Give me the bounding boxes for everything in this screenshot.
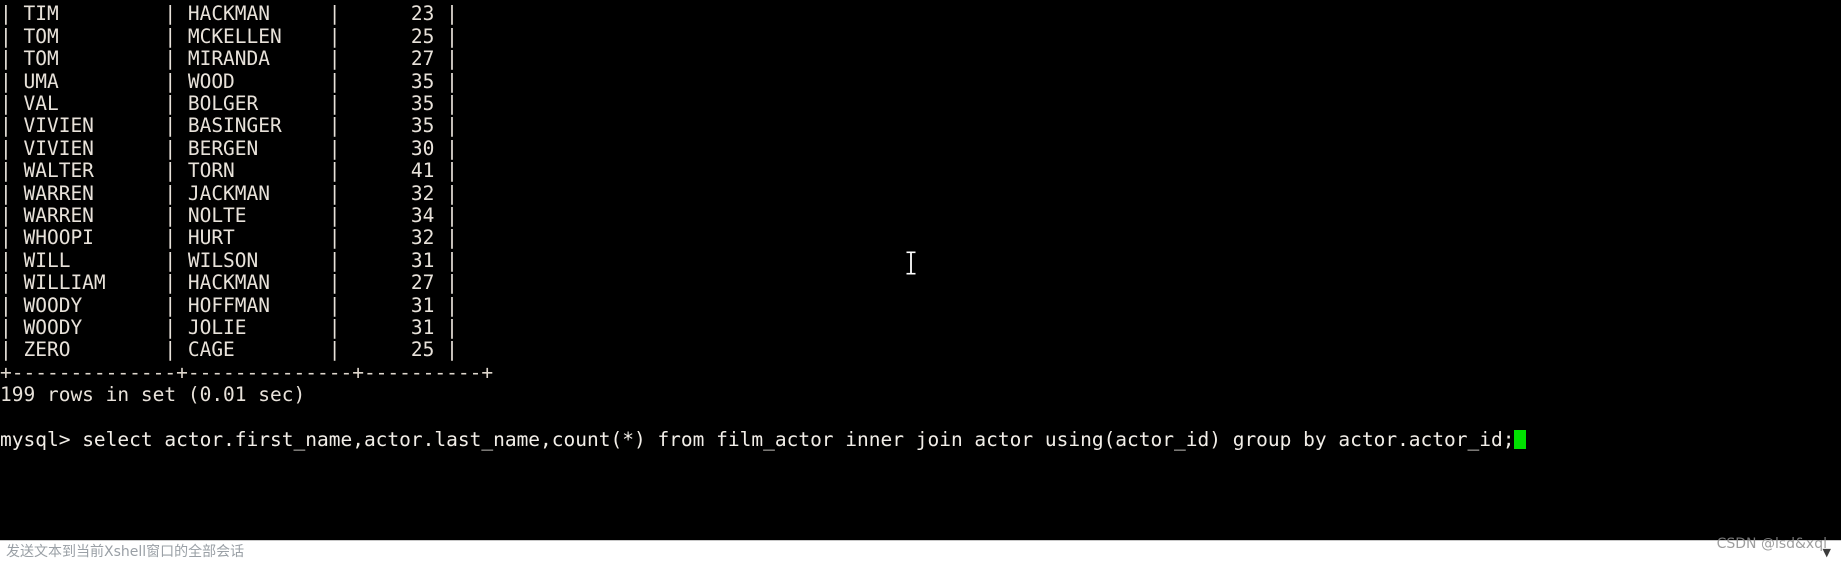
table-row: | TOM | MCKELLEN | 25 | bbox=[0, 24, 458, 48]
xshell-status-bar[interactable]: 发送文本到当前Xshell窗口的全部会话 ▼ bbox=[0, 540, 1841, 565]
terminal-screen[interactable]: +--------------+--------------+---------… bbox=[0, 0, 1841, 540]
text-cursor bbox=[1514, 430, 1527, 449]
result-status-line: 199 rows in set (0.01 sec) bbox=[0, 383, 306, 407]
table-row: | ZERO | CAGE | 25 | bbox=[0, 338, 458, 362]
mysql-command-text[interactable]: select actor.first_name,actor.last_name,… bbox=[82, 428, 1514, 451]
table-row: | TOM | MIRANDA | 27 | bbox=[0, 47, 458, 71]
table-row: | WALTER | TORN | 41 | bbox=[0, 159, 458, 183]
table-row: | VAL | BOLGER | 35 | bbox=[0, 92, 458, 115]
table-row: | WOODY | JOLIE | 31 | bbox=[0, 316, 458, 339]
csdn-watermark: CSDN @lsd&xql bbox=[1716, 536, 1827, 552]
table-row: | WHOOPI | HURT | 32 | bbox=[0, 226, 458, 250]
status-bar-text: 发送文本到当前Xshell窗口的全部会话 bbox=[6, 544, 245, 560]
table-row: | UMA | WOOD | 35 | bbox=[0, 69, 458, 93]
table-row: | WOODY | HOFFMAN | 31 | bbox=[0, 293, 458, 317]
mysql-prompt-line: mysql> select actor.first_name,actor.las… bbox=[0, 428, 1527, 451]
table-row: | WARREN | NOLTE | 34 | bbox=[0, 204, 458, 227]
table-row: | VIVIEN | BASINGER | 35 | bbox=[0, 114, 458, 138]
table-row: | WILLIAM | HACKMAN | 27 | bbox=[0, 271, 458, 295]
table-border-line: +--------------+--------------+---------… bbox=[0, 360, 494, 384]
table-row: | WARREN | JACKMAN | 32 | bbox=[0, 181, 458, 205]
mysql-prompt-label: mysql> bbox=[0, 428, 83, 451]
table-row: | VIVIEN | BERGEN | 30 | bbox=[0, 136, 458, 160]
table-row: | TIM | HACKMAN | 23 | bbox=[0, 2, 458, 26]
table-row: | WILL | WILSON | 31 | bbox=[0, 248, 458, 272]
